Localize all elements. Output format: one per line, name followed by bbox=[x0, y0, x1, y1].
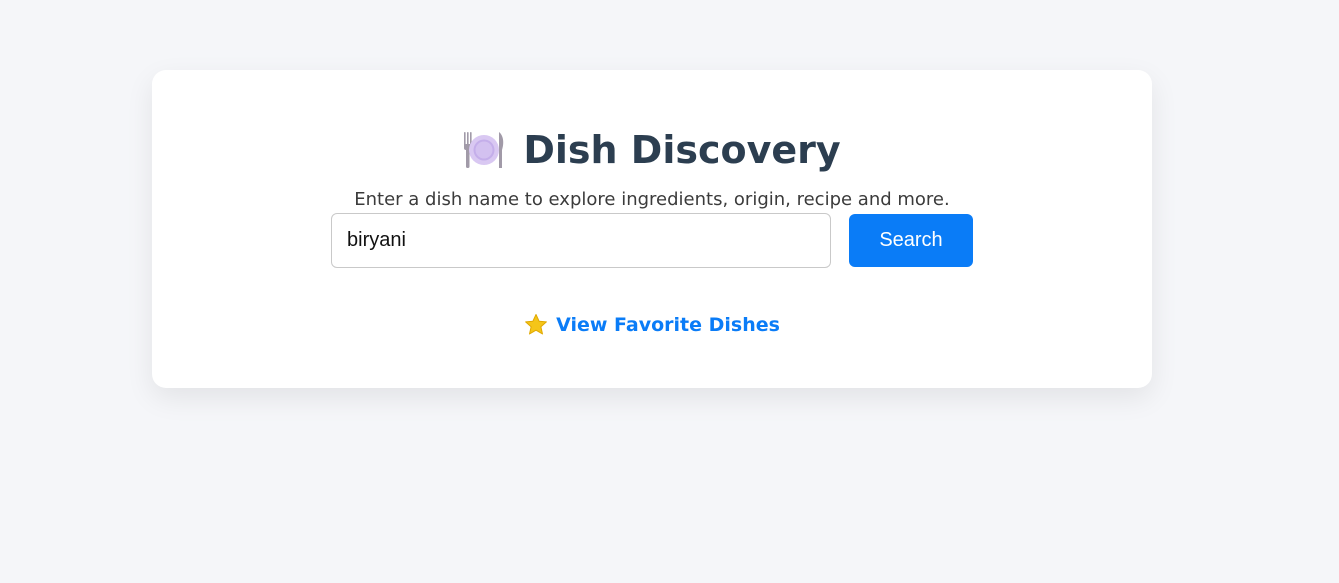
star-icon bbox=[524, 313, 548, 337]
view-favorites-link[interactable]: View Favorite Dishes bbox=[152, 313, 1152, 337]
plate-with-cutlery-icon bbox=[463, 130, 505, 170]
favorites-label: View Favorite Dishes bbox=[556, 314, 780, 336]
search-card: Dish Discovery Enter a dish name to expl… bbox=[152, 70, 1152, 388]
search-button[interactable]: Search bbox=[849, 214, 973, 267]
search-bar: Search bbox=[331, 213, 973, 268]
dish-search-input[interactable] bbox=[331, 213, 831, 268]
header: Dish Discovery bbox=[152, 125, 1152, 175]
page-title: Dish Discovery bbox=[523, 128, 841, 172]
page-subtitle: Enter a dish name to explore ingredients… bbox=[354, 189, 950, 210]
